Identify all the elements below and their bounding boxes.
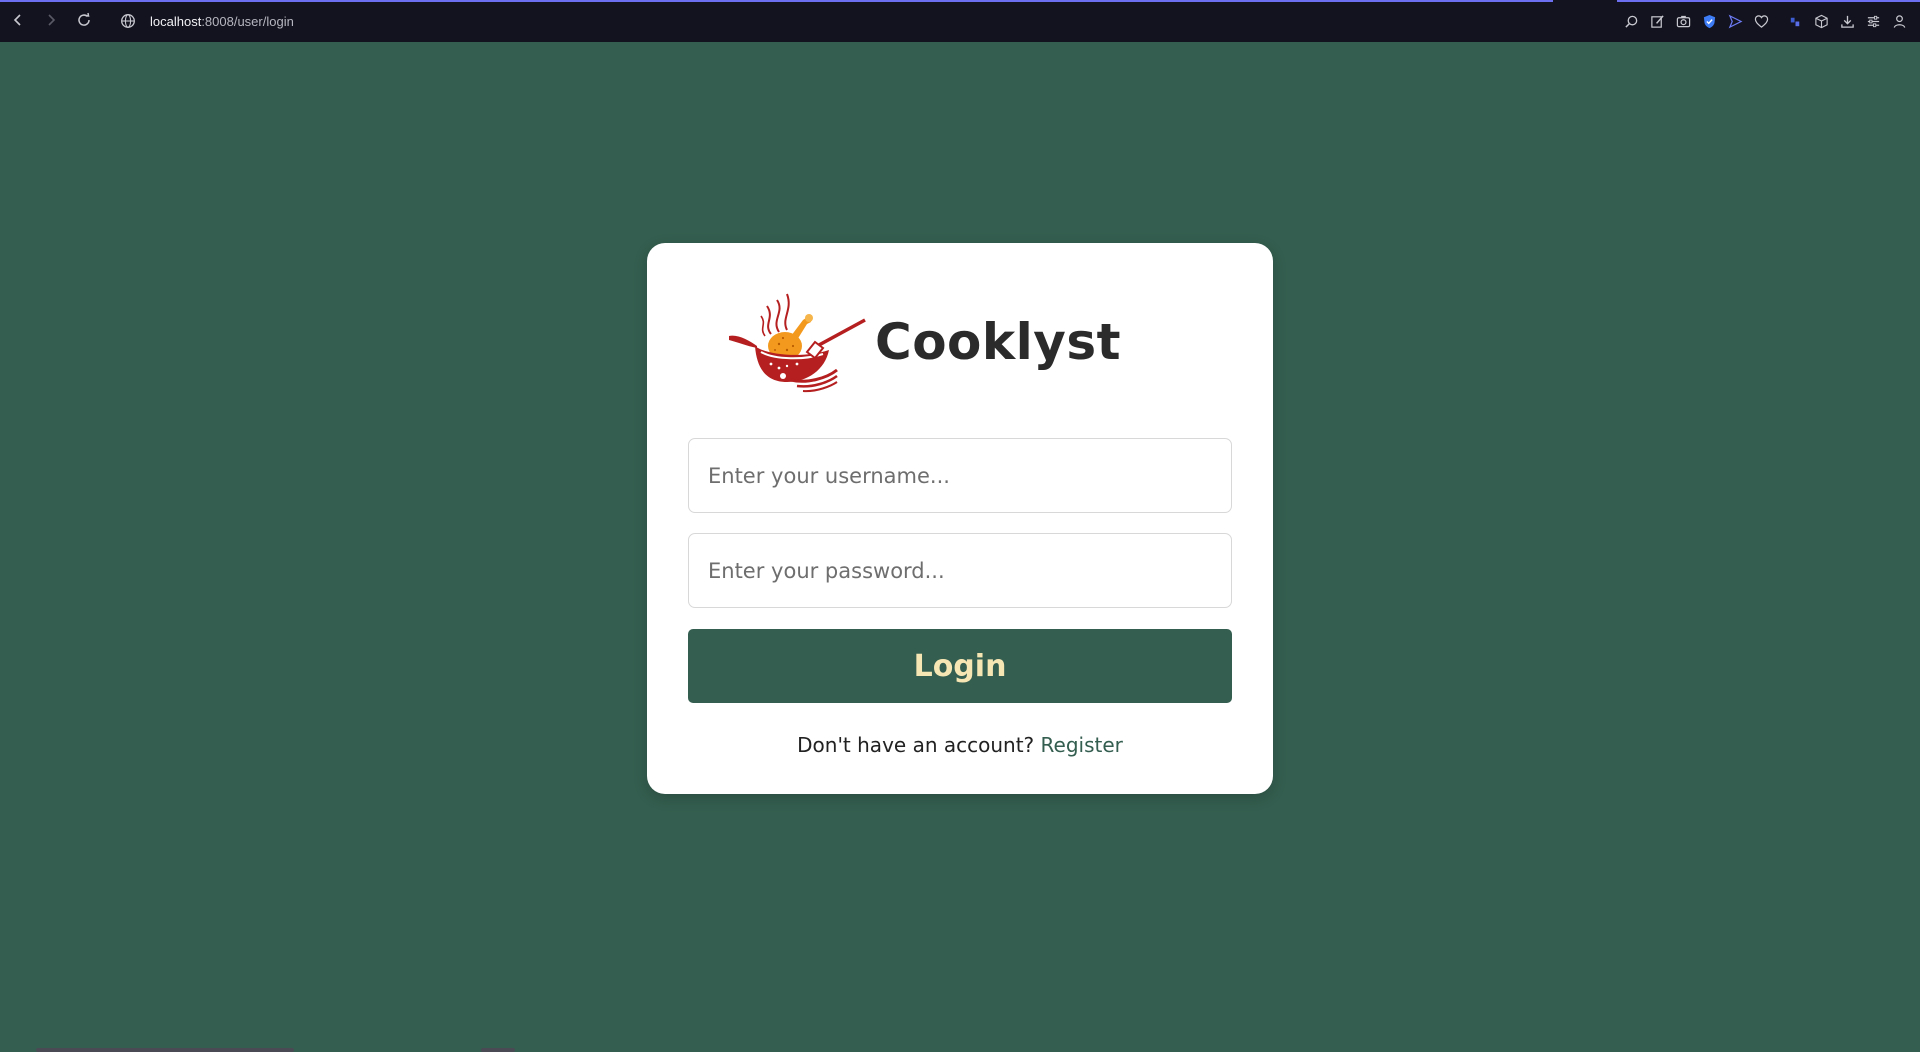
edit-button[interactable] bbox=[1644, 10, 1670, 32]
shield-button[interactable] bbox=[1696, 10, 1722, 32]
address-bar[interactable]: localhost:8008/user/login bbox=[120, 9, 820, 33]
register-row: Don't have an account? Register bbox=[647, 733, 1273, 757]
login-card: Cooklyst Login Don't have an account? Re… bbox=[647, 243, 1273, 794]
profile-icon bbox=[1893, 14, 1905, 28]
brand-header: Cooklyst bbox=[727, 287, 1121, 397]
zoom-button[interactable] bbox=[1618, 10, 1644, 32]
page-load-indicator-secondary bbox=[1617, 0, 1920, 2]
edit-icon bbox=[1650, 14, 1664, 28]
zoom-icon bbox=[1624, 15, 1637, 28]
cube-icon bbox=[1814, 14, 1828, 28]
reload-icon bbox=[78, 12, 90, 26]
password-input[interactable] bbox=[688, 533, 1232, 608]
download-icon bbox=[1840, 15, 1854, 28]
chicken-wok-logo bbox=[729, 293, 866, 393]
arrow-right-icon bbox=[48, 14, 56, 26]
url-host: localhost bbox=[150, 13, 202, 29]
settings-button[interactable] bbox=[1860, 10, 1886, 32]
username-input[interactable] bbox=[688, 438, 1232, 513]
browser-toolbar: localhost:8008/user/login bbox=[0, 0, 1920, 42]
register-prompt: Don't have an account? bbox=[797, 733, 1041, 757]
back-button[interactable] bbox=[8, 10, 28, 30]
cube-button[interactable] bbox=[1808, 10, 1834, 32]
camera-icon bbox=[1676, 15, 1690, 27]
send-icon bbox=[1728, 14, 1742, 28]
reload-button[interactable] bbox=[74, 10, 94, 30]
send-button[interactable] bbox=[1722, 10, 1748, 32]
arrow-left-icon bbox=[13, 14, 21, 26]
brand-name: Cooklyst bbox=[875, 313, 1122, 371]
url-text: localhost:8008/user/login bbox=[150, 14, 294, 29]
settings-icon bbox=[1867, 15, 1879, 27]
download-button[interactable] bbox=[1834, 10, 1860, 32]
page-load-indicator bbox=[0, 0, 1553, 2]
horizontal-scrollbar-thumb[interactable] bbox=[36, 1048, 294, 1052]
extension-button[interactable] bbox=[1782, 10, 1808, 32]
globe-icon bbox=[121, 14, 135, 28]
url-path: :8008/user/login bbox=[201, 13, 294, 29]
horizontal-scrollbar-marker bbox=[481, 1048, 515, 1052]
extension-icon bbox=[1790, 17, 1799, 26]
register-link[interactable]: Register bbox=[1041, 733, 1123, 757]
forward-button[interactable] bbox=[41, 10, 61, 30]
login-button[interactable]: Login bbox=[688, 629, 1232, 703]
shield-icon bbox=[1703, 14, 1715, 28]
favorite-button[interactable] bbox=[1748, 10, 1774, 32]
profile-button[interactable] bbox=[1886, 10, 1912, 32]
browser-tool-icons bbox=[1618, 10, 1912, 32]
screenshot-button[interactable] bbox=[1670, 10, 1696, 32]
heart-icon bbox=[1754, 14, 1768, 28]
